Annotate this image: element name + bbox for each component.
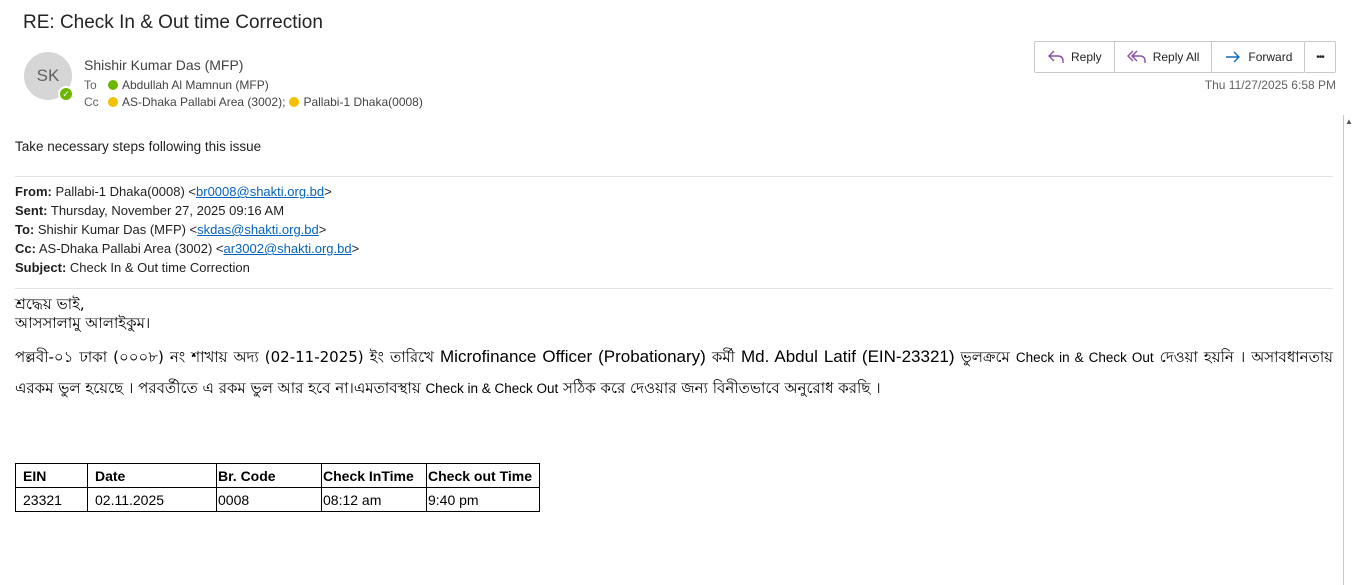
- table-header-cell: Check out Time: [426, 463, 540, 488]
- reply-all-label: Reply All: [1152, 50, 1200, 64]
- recipient-to[interactable]: Abdullah Al Mamnun (MFP): [122, 78, 269, 92]
- greeting-line-1: শ্রদ্ধেয় ভাই,: [15, 295, 85, 313]
- forward-label: Forward: [1248, 50, 1293, 64]
- reply-label: Reply: [1071, 50, 1102, 64]
- divider: [15, 288, 1333, 289]
- correction-table: EIN Date Br. Code Check InTime Check out…: [15, 463, 540, 512]
- table-cell: 23321: [15, 487, 88, 512]
- to-email-link[interactable]: skdas@shakti.org.bd: [197, 222, 319, 237]
- quoted-header: From: Pallabi-1 Dhaka(0008) <br0008@shak…: [15, 182, 1333, 277]
- table-header-cell: EIN: [15, 463, 88, 488]
- table-header-row: EIN Date Br. Code Check InTime Check out…: [15, 463, 540, 488]
- table-header-cell: Check InTime: [321, 463, 427, 488]
- presence-away-icon: [108, 97, 118, 107]
- message-toolbar: Reply Reply All Forward: [1034, 41, 1306, 73]
- greeting-line-2: আসসালামু আলাইকুম।: [15, 314, 151, 332]
- forward-button[interactable]: Forward: [1212, 42, 1304, 72]
- cc-email-link[interactable]: ar3002@shakti.org.bd: [223, 241, 351, 256]
- table-cell: 9:40 pm: [426, 487, 540, 512]
- reply-button[interactable]: Reply: [1035, 42, 1115, 72]
- to-row: To Abdullah Al Mamnun (MFP): [84, 78, 273, 92]
- more-icon: •••: [1316, 51, 1324, 63]
- reply-all-button[interactable]: Reply All: [1115, 42, 1213, 72]
- table-header-cell: Date: [87, 463, 217, 488]
- reply-all-icon: [1126, 49, 1147, 65]
- vertical-scrollbar[interactable]: ▲: [1343, 115, 1354, 585]
- presence-available-icon: [108, 80, 118, 90]
- from-email-link[interactable]: br0008@shakti.org.bd: [196, 184, 324, 199]
- request-paragraph: পল্লবী-০১ ঢাকা (০০০৮) নং শাখায় অদ্য (02…: [15, 347, 1334, 397]
- recipient-cc[interactable]: AS-Dhaka Pallabi Area (3002);: [122, 95, 285, 109]
- cc-label: Cc: [84, 95, 99, 109]
- table-header-cell: Br. Code: [216, 463, 322, 488]
- cc-row: Cc AS-Dhaka Pallabi Area (3002); Pallabi…: [84, 95, 427, 109]
- quoted-sent: Sent: Thursday, November 27, 2025 09:16 …: [15, 203, 285, 218]
- email-date: Thu 11/27/2025 6:58 PM: [1204, 78, 1336, 92]
- message-body: Take necessary steps following this issu…: [15, 130, 1333, 404]
- table-row: 23321 02.11.2025 0008 08:12 am 9:40 pm: [15, 487, 540, 512]
- quoted-subject: Subject: Check In & Out time Correction: [15, 260, 250, 275]
- intro-text: Take necessary steps following this issu…: [15, 139, 262, 154]
- to-label: To: [84, 78, 97, 92]
- divider: [15, 176, 1333, 177]
- quoted-cc: Cc: AS-Dhaka Pallabi Area (3002) <ar3002…: [15, 241, 360, 256]
- reply-icon: [1047, 49, 1065, 65]
- quoted-to: To: Shishir Kumar Das (MFP) <skdas@shakt…: [15, 222, 327, 237]
- email-subject: RE: Check In & Out time Correction: [23, 12, 323, 33]
- sender-name[interactable]: Shishir Kumar Das (MFP): [84, 57, 243, 73]
- presence-away-icon: [289, 97, 300, 107]
- table-cell: 02.11.2025: [87, 487, 217, 512]
- table-cell: 08:12 am: [321, 487, 427, 512]
- forward-icon: [1224, 49, 1242, 65]
- more-actions-button[interactable]: •••: [1304, 41, 1336, 73]
- quoted-from: From: Pallabi-1 Dhaka(0008) <br0008@shak…: [15, 184, 332, 199]
- presence-available-icon: ✓: [58, 86, 74, 102]
- table-cell: 0008: [216, 487, 322, 512]
- avatar-initials: SK: [36, 66, 60, 85]
- scroll-up-icon[interactable]: ▲: [1345, 117, 1353, 126]
- recipient-cc[interactable]: Pallabi-1 Dhaka(0008): [303, 95, 422, 109]
